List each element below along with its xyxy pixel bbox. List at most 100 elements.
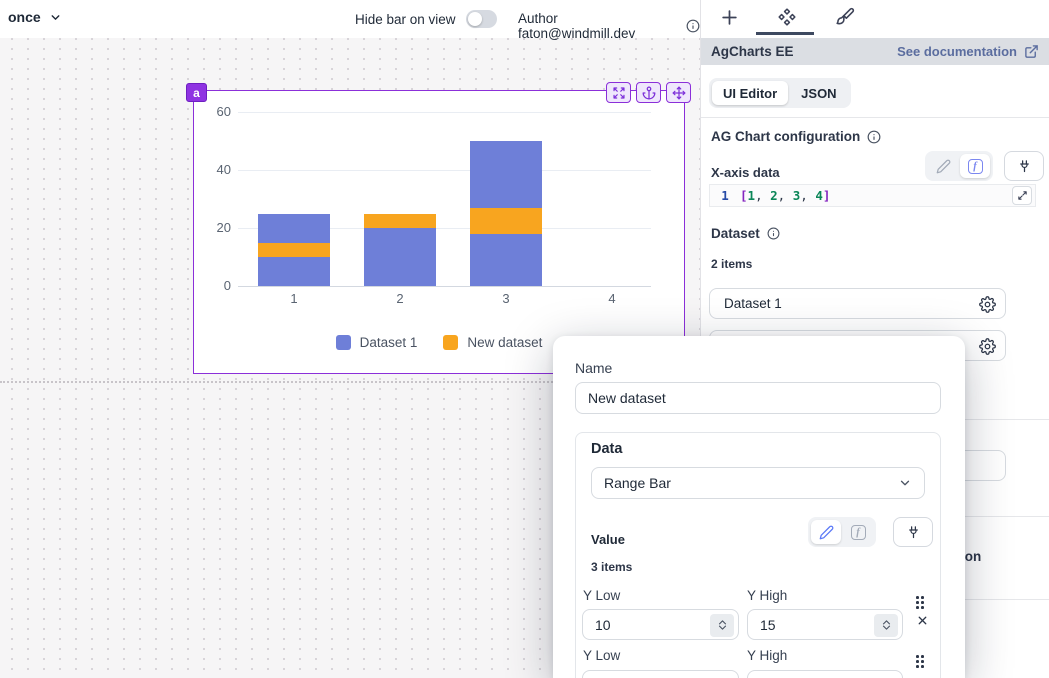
drag-handle[interactable]: [916, 596, 924, 609]
chevron-down-icon: [718, 625, 727, 631]
info-icon: [867, 130, 881, 144]
toggle-knob: [468, 12, 482, 26]
component-type-title: AgCharts EE: [711, 44, 794, 59]
gear-icon: [979, 296, 996, 313]
dataset-section-title: Dataset: [711, 226, 780, 241]
name-label: Name: [575, 360, 612, 376]
legend-item[interactable]: New dataset: [443, 335, 542, 350]
connect-input-button[interactable]: [893, 517, 933, 547]
y-high-label: Y High: [747, 588, 787, 603]
xaxis-code-editor[interactable]: 1 [1, 2, 3, 4]: [709, 184, 1036, 207]
styling-tab[interactable]: [834, 6, 856, 28]
y-low-input-wrap: [582, 670, 739, 678]
plug-icon: [1017, 159, 1032, 174]
insert-component-tab[interactable]: [718, 6, 740, 28]
author-label: Author faton@windmill.dev: [518, 11, 678, 41]
chart-range-bar: [258, 243, 330, 258]
component-settings-tab[interactable]: [776, 6, 798, 28]
author-info: Author faton@windmill.dev: [518, 11, 700, 41]
panel-tabs: [701, 0, 1049, 38]
x-axis-tick: 3: [486, 291, 526, 306]
y-high-input[interactable]: [748, 671, 902, 678]
y-high-input-wrap: [747, 670, 903, 678]
dataset-row: [709, 288, 1006, 319]
x-axis-tick: 2: [380, 291, 420, 306]
dataset-name-field[interactable]: [576, 383, 940, 413]
dataset-type-select[interactable]: Range Bar: [591, 467, 925, 499]
chart-bar: [364, 228, 436, 286]
y-low-input-wrap: [582, 609, 739, 640]
see-documentation-link[interactable]: See documentation: [897, 44, 1039, 59]
value-input-mode-group: f: [808, 517, 876, 547]
y-high-label: Y High: [747, 648, 787, 663]
diagonal-expand-icon: [1017, 190, 1028, 201]
y-axis-tick: 60: [194, 104, 231, 119]
name-field-wrap: [575, 382, 941, 414]
hide-bar-toggle[interactable]: [466, 10, 497, 28]
value-label: Value: [591, 532, 625, 547]
tab-ui-editor[interactable]: UI Editor: [712, 81, 788, 105]
tab-json[interactable]: JSON: [790, 81, 847, 105]
dataset-name-input[interactable]: [710, 289, 1005, 318]
legend-label: New dataset: [467, 335, 542, 350]
topbar: once Hide bar on view Author faton@windm…: [0, 0, 700, 38]
close-icon: [916, 614, 929, 627]
dataset-count: 2 items: [711, 257, 752, 271]
config-section-title: AG Chart configuration: [711, 129, 881, 144]
legend-item[interactable]: Dataset 1: [336, 335, 418, 350]
value-items-count: 3 items: [591, 560, 632, 574]
chart-range-bar: [470, 208, 542, 234]
brush-icon: [835, 7, 855, 27]
drag-handle[interactable]: [916, 655, 924, 668]
static-edit-button[interactable]: [811, 520, 841, 544]
gear-icon: [979, 338, 996, 355]
chevron-down-icon: [882, 625, 891, 631]
pencil-icon: [819, 525, 834, 540]
function-icon: f: [851, 525, 866, 540]
chart-gridline: [238, 112, 651, 113]
expression-mode-button[interactable]: f: [960, 154, 990, 178]
run-mode-dropdown[interactable]: once: [8, 9, 62, 25]
chart-gridline: [238, 286, 651, 287]
chevron-down-icon: [49, 11, 62, 24]
external-link-icon: [1024, 44, 1039, 59]
y-axis-tick: 40: [194, 162, 231, 177]
code-content: [1, 2, 3, 4]: [740, 188, 830, 203]
line-number: 1: [710, 188, 740, 203]
legend-label: Dataset 1: [360, 335, 418, 350]
editor-mode-switch: UI Editor JSON: [709, 78, 851, 108]
number-stepper[interactable]: [710, 614, 734, 637]
xaxis-data-label: X-axis data: [711, 165, 780, 180]
y-low-input[interactable]: [583, 671, 738, 678]
chevron-down-icon: [898, 476, 912, 490]
number-stepper[interactable]: [874, 614, 898, 637]
y-axis-tick: 20: [194, 220, 231, 235]
data-label: Data: [591, 441, 622, 457]
expression-mode-button[interactable]: f: [843, 520, 873, 544]
plug-icon: [906, 525, 921, 540]
legend-swatch: [336, 335, 351, 350]
y-high-input-wrap: [747, 609, 903, 640]
dataset-settings-button[interactable]: [979, 296, 996, 313]
expand-editor-button[interactable]: [1012, 186, 1032, 205]
pencil-icon: [936, 159, 951, 174]
remove-value-button[interactable]: [916, 614, 929, 627]
y-low-label: Y Low: [583, 648, 620, 663]
legend-swatch: [443, 335, 458, 350]
hide-bar-label: Hide bar on view: [355, 12, 456, 27]
components-icon: [777, 7, 797, 27]
active-tab-underline: [756, 32, 814, 35]
x-axis-tick: 1: [274, 291, 314, 306]
plus-icon: [720, 8, 739, 27]
divider: [701, 117, 1049, 118]
run-mode-label: once: [8, 9, 41, 25]
chart-gridline: [238, 170, 651, 171]
static-edit-button[interactable]: [928, 154, 958, 178]
connect-input-button[interactable]: [1004, 151, 1044, 181]
info-icon[interactable]: [686, 19, 700, 33]
function-icon: f: [968, 159, 983, 174]
chart-component[interactable]: a 02040601234 Dataset 1New dataset: [193, 90, 685, 374]
dataset-settings-button[interactable]: [979, 338, 996, 355]
info-icon: [767, 227, 780, 240]
hide-bar-control: Hide bar on view: [355, 10, 497, 28]
